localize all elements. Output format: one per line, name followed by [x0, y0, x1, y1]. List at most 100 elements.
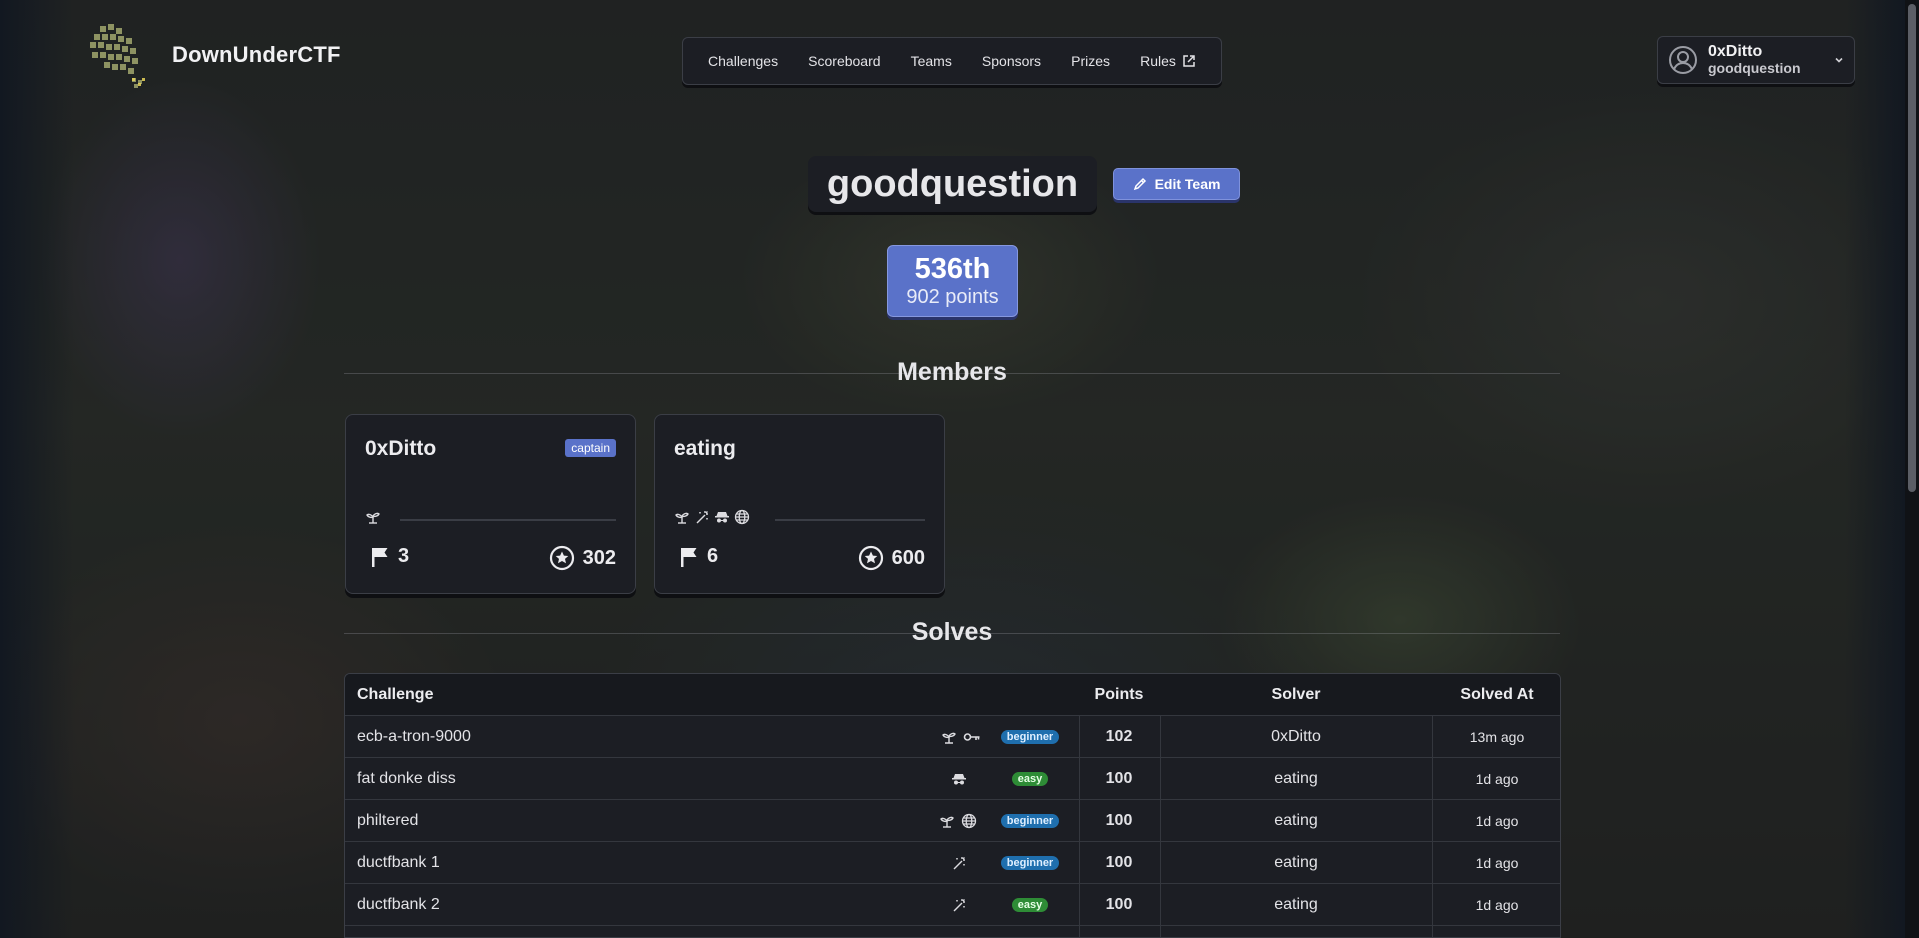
scrollbar-thumb[interactable] — [1908, 4, 1916, 492]
member-score-value: 600 — [891, 546, 925, 569]
difficulty-badge: beginner — [1000, 814, 1060, 828]
web-globe-icon — [961, 813, 977, 829]
solver-name[interactable]: eating — [1160, 842, 1432, 884]
member-solves: 6 — [679, 545, 718, 568]
solver-name[interactable]: eating — [1160, 758, 1432, 800]
difficulty-cell: easy — [985, 884, 1075, 926]
beginner-sprout-icon — [939, 813, 955, 829]
star-points-icon — [858, 545, 884, 571]
member-progress-line — [400, 519, 616, 521]
flag-icon — [679, 546, 699, 568]
user-menu[interactable]: 0xDitto goodquestion — [1657, 36, 1855, 84]
brand-name: DownUnderCTF — [172, 42, 341, 67]
solver-name[interactable]: eating — [1160, 800, 1432, 842]
solves-heading-label: Solves — [911, 618, 993, 646]
challenge-name[interactable]: ductfbank 2 — [357, 884, 897, 926]
team-name-title: goodquestion — [808, 156, 1097, 212]
star-points-icon — [549, 545, 575, 571]
page-scrollbar[interactable] — [1905, 0, 1919, 938]
solver-name[interactable]: eating — [1160, 884, 1432, 926]
main-nav: Challenges Scoreboard Teams Sponsors Pri… — [682, 37, 1222, 85]
team-points: 902 points — [906, 286, 999, 308]
flag-icon — [370, 546, 390, 568]
member-solves-count: 3 — [398, 545, 410, 567]
header-challenge[interactable]: Challenge — [357, 674, 897, 716]
nav-prizes[interactable]: Prizes — [1071, 53, 1110, 69]
member-card[interactable]: 0xDitto captain 3 302 — [345, 414, 636, 594]
user-avatar-icon — [1668, 45, 1698, 75]
misc-wand-icon — [694, 509, 710, 525]
challenge-points: 102 — [1105, 728, 1133, 745]
challenge-category-icons — [901, 884, 981, 926]
difficulty-cell: easy — [985, 758, 1075, 800]
challenge-category-icons — [901, 842, 981, 884]
members-heading: Members — [0, 358, 1904, 387]
misc-wand-icon — [951, 855, 967, 871]
solver-name[interactable]: 0xDitto — [1160, 716, 1432, 758]
nav-sponsors[interactable]: Sponsors — [982, 53, 1041, 69]
left-edge-shade — [0, 0, 74, 938]
challenge-name[interactable]: fat donke diss — [357, 758, 897, 800]
difficulty-badge: easy — [1011, 898, 1049, 912]
member-score-value: 302 — [582, 546, 616, 569]
challenge-points: 100 — [1105, 896, 1133, 913]
header-solver[interactable]: Solver — [1160, 674, 1432, 716]
crypto-key-icon — [963, 730, 981, 744]
member-card[interactable]: eating 6 600 — [654, 414, 945, 594]
nav-teams[interactable]: Teams — [911, 53, 952, 69]
captain-badge: captain — [565, 439, 616, 457]
beginner-sprout-icon — [941, 729, 957, 745]
user-name: 0xDitto — [1708, 43, 1763, 60]
table-row[interactable]: ecb-a-tron-9000 beginner 102 0xDitto 13m… — [345, 716, 1560, 758]
nav-rules-label: Rules — [1140, 53, 1176, 69]
challenge-points: 100 — [1105, 812, 1133, 829]
table-header-row: Challenge Points Solver Solved At — [345, 674, 1560, 716]
challenge-name[interactable]: ecb-a-tron-9000 — [357, 716, 897, 758]
nav-rules[interactable]: Rules — [1140, 53, 1196, 69]
nav-scoreboard[interactable]: Scoreboard — [808, 53, 880, 69]
challenge-points: 100 — [1105, 770, 1133, 787]
nav-challenges[interactable]: Challenges — [708, 53, 778, 69]
solves-table: Challenge Points Solver Solved At ecb-a-… — [344, 673, 1561, 938]
challenge-name[interactable]: ductfbank 1 — [357, 842, 897, 884]
edit-team-label: Edit Team — [1154, 176, 1221, 192]
right-edge-shade — [1845, 0, 1905, 938]
table-row[interactable]: fat donke diss easy 100 eating 1d ago — [345, 758, 1560, 800]
chevron-down-icon — [1834, 55, 1844, 65]
solved-at: 1d ago — [1475, 897, 1519, 913]
member-score: 600 — [858, 545, 925, 571]
web-globe-icon — [734, 509, 750, 525]
member-solves: 3 — [370, 545, 409, 568]
edit-team-button[interactable]: Edit Team — [1113, 168, 1240, 200]
member-score: 302 — [549, 545, 616, 571]
solved-at: 1d ago — [1475, 771, 1519, 787]
brand-link[interactable]: DownUnderCTF — [80, 20, 341, 90]
member-category-icons — [674, 509, 750, 525]
difficulty-cell: beginner — [985, 842, 1075, 884]
member-category-icons — [365, 509, 381, 525]
difficulty-badge: beginner — [1000, 730, 1060, 744]
table-row[interactable]: philtered beginner 100 eating 1d ago — [345, 800, 1560, 842]
difficulty-cell: beginner — [985, 716, 1075, 758]
table-row[interactable]: ductfbank 2 easy 100 eating 1d ago — [345, 884, 1560, 926]
header-points[interactable]: Points — [1079, 674, 1159, 716]
osint-spy-icon — [714, 509, 730, 525]
members-heading-label: Members — [897, 358, 1007, 386]
solved-at: 13m ago — [1469, 729, 1525, 745]
member-name: 0xDitto — [365, 437, 437, 460]
misc-wand-icon — [951, 897, 967, 913]
logo — [80, 20, 158, 90]
challenge-category-icons — [901, 800, 981, 842]
difficulty-cell: beginner — [985, 800, 1075, 842]
solved-at: 1d ago — [1475, 855, 1519, 871]
challenge-name[interactable]: philtered — [357, 800, 897, 842]
header-solved-at[interactable]: Solved At — [1432, 674, 1560, 716]
table-row[interactable]: ductfbank 1 beginner 100 eating 1d ago — [345, 842, 1560, 884]
team-rank: 536th — [914, 253, 991, 285]
member-progress-line — [775, 519, 925, 521]
external-link-icon — [1182, 54, 1196, 68]
pencil-icon — [1133, 177, 1147, 191]
user-team-name: goodquestion — [1708, 60, 1801, 76]
challenge-category-icons — [901, 758, 981, 800]
beginner-sprout-icon — [674, 509, 690, 525]
